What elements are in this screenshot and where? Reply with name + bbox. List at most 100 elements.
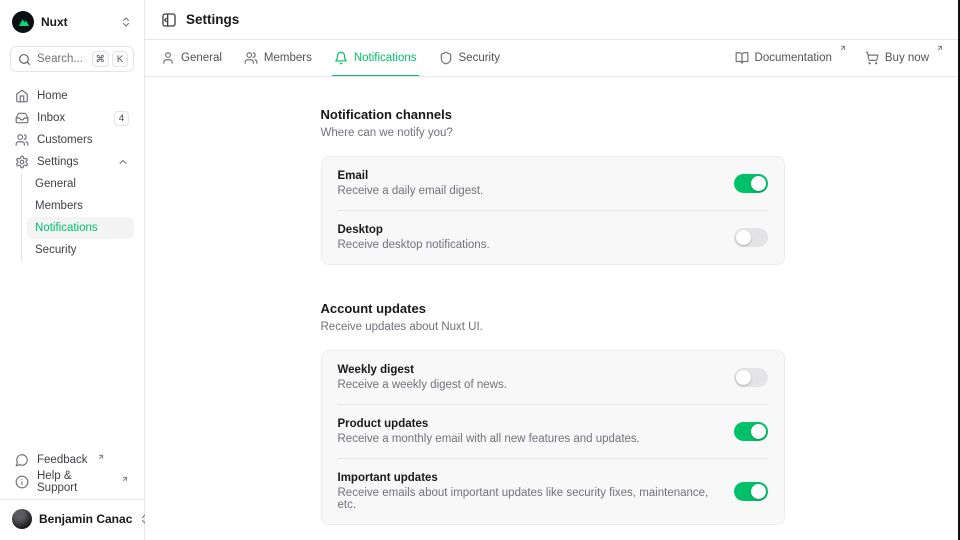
section-description: Where can we notify you? [321, 127, 785, 139]
sidebar-item-label: Feedback [37, 454, 88, 466]
sidebar-item-label: Notifications [35, 222, 98, 234]
setting-title: Email [338, 170, 484, 182]
setting-description: Receive a weekly digest of news. [338, 379, 507, 391]
shopping-cart-icon [865, 51, 879, 65]
setting-row-important-updates: Important updates Receive emails about i… [338, 458, 768, 524]
sidebar-item-settings-general[interactable]: General [27, 173, 134, 195]
sidebar-collapse-icon[interactable] [161, 12, 177, 28]
settings-content: Notification channels Where can we notif… [145, 77, 960, 540]
section-title: Notification channels [321, 107, 785, 122]
tab-label: Members [264, 52, 312, 64]
important-updates-toggle[interactable] [734, 482, 768, 501]
users-icon [244, 51, 258, 65]
sidebar-item-feedback[interactable]: Feedback [10, 449, 134, 471]
page-title: Settings [186, 12, 239, 27]
workspace-name: Nuxt [41, 15, 68, 29]
nuxt-logo-icon [12, 11, 34, 33]
external-link-icon [121, 475, 129, 483]
section-account-updates: Account updates Receive updates about Nu… [321, 301, 785, 525]
section-description: Receive updates about Nuxt UI. [321, 321, 785, 333]
kbd-k: K [112, 51, 128, 67]
sidebar-item-help-support[interactable]: Help & Support [10, 471, 134, 493]
sidebar-item-settings-notifications[interactable]: Notifications [27, 217, 134, 239]
email-toggle[interactable] [734, 174, 768, 193]
workspace-switcher[interactable]: Nuxt [10, 10, 134, 34]
tab-label: General [181, 52, 222, 64]
product-updates-toggle[interactable] [734, 422, 768, 441]
message-bubble-icon [15, 453, 29, 467]
documentation-label: Documentation [755, 50, 832, 66]
toggle-knob [736, 370, 751, 385]
user-menu[interactable]: Benjamin Canac [10, 508, 134, 530]
setting-row-email: Email Receive a daily email digest. [338, 157, 768, 210]
setting-description: Receive a daily email digest. [338, 185, 484, 197]
user-section: Benjamin Canac [0, 499, 144, 540]
tab-general[interactable]: General [161, 40, 222, 76]
tab-notifications[interactable]: Notifications [334, 40, 417, 76]
setting-row-weekly-digest: Weekly digest Receive a weekly digest of… [338, 351, 768, 404]
sidebar-item-settings-members[interactable]: Members [27, 195, 134, 217]
external-link-icon [97, 453, 105, 461]
weekly-digest-toggle[interactable] [734, 368, 768, 387]
kbd-meta: ⌘ [92, 51, 110, 67]
toggle-knob [751, 484, 766, 499]
home-icon [15, 89, 29, 103]
setting-text: Email Receive a daily email digest. [338, 170, 484, 197]
setting-title: Product updates [338, 418, 640, 430]
settings-card: Email Receive a daily email digest. Desk… [321, 156, 785, 265]
users-icon [15, 133, 29, 147]
sidebar-item-settings-security[interactable]: Security [27, 239, 134, 261]
tab-label: Notifications [354, 52, 417, 64]
book-open-icon [735, 51, 749, 65]
sidebar-item-label: Security [35, 244, 77, 256]
sidebar-item-settings[interactable]: Settings [10, 151, 134, 173]
chevron-up-icon [117, 156, 129, 168]
setting-description: Receive desktop notifications. [338, 239, 490, 251]
chevrons-up-down-icon [120, 16, 132, 28]
setting-title: Weekly digest [338, 364, 507, 376]
sidebar-footer: Feedback Help & Support [10, 449, 134, 499]
tab-security[interactable]: Security [439, 40, 501, 76]
search-shortcut: ⌘ K [92, 51, 129, 67]
setting-text: Desktop Receive desktop notifications. [338, 224, 490, 251]
buy-now-link[interactable]: Buy now [865, 50, 944, 66]
inbox-count-badge: 4 [114, 111, 129, 126]
desktop-toggle[interactable] [734, 228, 768, 247]
search-input[interactable]: Search... ⌘ K [10, 46, 134, 72]
user-name: Benjamin Canac [39, 512, 132, 526]
page-header: Settings [145, 0, 960, 40]
main-panel: Settings General Members [145, 0, 960, 540]
sidebar-item-label: Customers [37, 134, 93, 146]
setting-description: Receive emails about important updates l… [338, 487, 718, 511]
setting-title: Important updates [338, 472, 718, 484]
setting-row-product-updates: Product updates Receive a monthly email … [338, 404, 768, 458]
toggle-knob [751, 176, 766, 191]
setting-description: Receive a monthly email with all new fea… [338, 433, 640, 445]
content-column: Notification channels Where can we notif… [321, 107, 785, 540]
avatar [12, 509, 32, 529]
info-circle-icon [15, 475, 29, 489]
toggle-knob [736, 230, 751, 245]
header-actions: Documentation Buy now [735, 50, 944, 66]
inbox-icon [15, 111, 29, 125]
bell-icon [334, 51, 348, 65]
sidebar-item-label: Settings [37, 156, 79, 168]
sidebar-item-label: Home [37, 90, 68, 102]
tab-members[interactable]: Members [244, 40, 312, 76]
section-notification-channels: Notification channels Where can we notif… [321, 107, 785, 265]
toggle-knob [751, 424, 766, 439]
search-placeholder: Search... [37, 53, 83, 65]
setting-row-desktop: Desktop Receive desktop notifications. [338, 210, 768, 264]
sidebar-item-home[interactable]: Home [10, 85, 134, 107]
sidebar-item-inbox[interactable]: Inbox 4 [10, 107, 134, 129]
tab-label: Security [459, 52, 501, 64]
sidebar-item-label: General [35, 178, 76, 190]
settings-card: Weekly digest Receive a weekly digest of… [321, 350, 785, 525]
external-link-icon [839, 44, 847, 52]
sidebar-item-customers[interactable]: Customers [10, 129, 134, 151]
section-title: Account updates [321, 301, 785, 316]
documentation-link[interactable]: Documentation [735, 50, 847, 66]
sidebar-item-label: Members [35, 200, 83, 212]
buy-now-label: Buy now [885, 50, 929, 66]
sidebar-nav: Home Inbox 4 Customers Settings [10, 85, 134, 261]
